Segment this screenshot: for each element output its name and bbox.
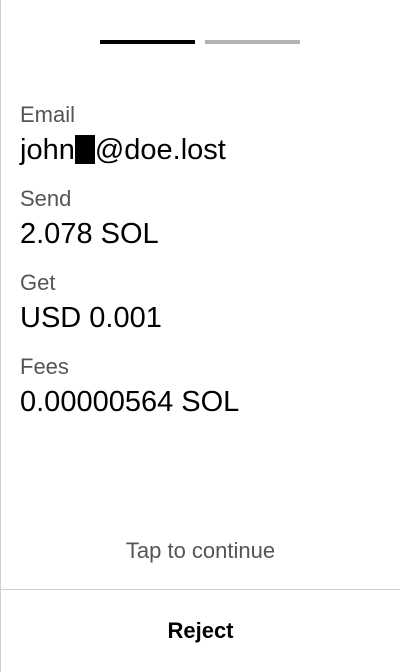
progress-step-1-active bbox=[100, 40, 195, 44]
redaction-block bbox=[74, 135, 95, 164]
get-label: Get bbox=[20, 270, 56, 295]
email-value-prefix: john bbox=[20, 134, 75, 166]
email-value: john @doe.lost bbox=[20, 130, 379, 170]
progress-step-2-inactive bbox=[205, 40, 300, 44]
send-label: Send bbox=[20, 186, 72, 211]
tap-to-continue-hint[interactable]: Tap to continue bbox=[1, 536, 400, 566]
email-label: Email bbox=[20, 102, 76, 127]
transaction-confirmation-screen[interactable]: Email john @doe.lost Send 2.078 SOL Get U… bbox=[0, 0, 400, 672]
email-value-suffix: @doe.lost bbox=[94, 134, 226, 166]
fees-value: 0.00000564 SOL bbox=[20, 386, 240, 418]
get-value: USD 0.001 bbox=[20, 302, 162, 334]
transaction-details: Email john @doe.lost Send 2.078 SOL Get U… bbox=[20, 100, 379, 436]
send-value: 2.078 SOL bbox=[20, 218, 159, 250]
step-progress-indicator bbox=[100, 40, 300, 44]
fees-label: Fees bbox=[20, 354, 69, 379]
reject-button[interactable]: Reject bbox=[1, 590, 400, 672]
